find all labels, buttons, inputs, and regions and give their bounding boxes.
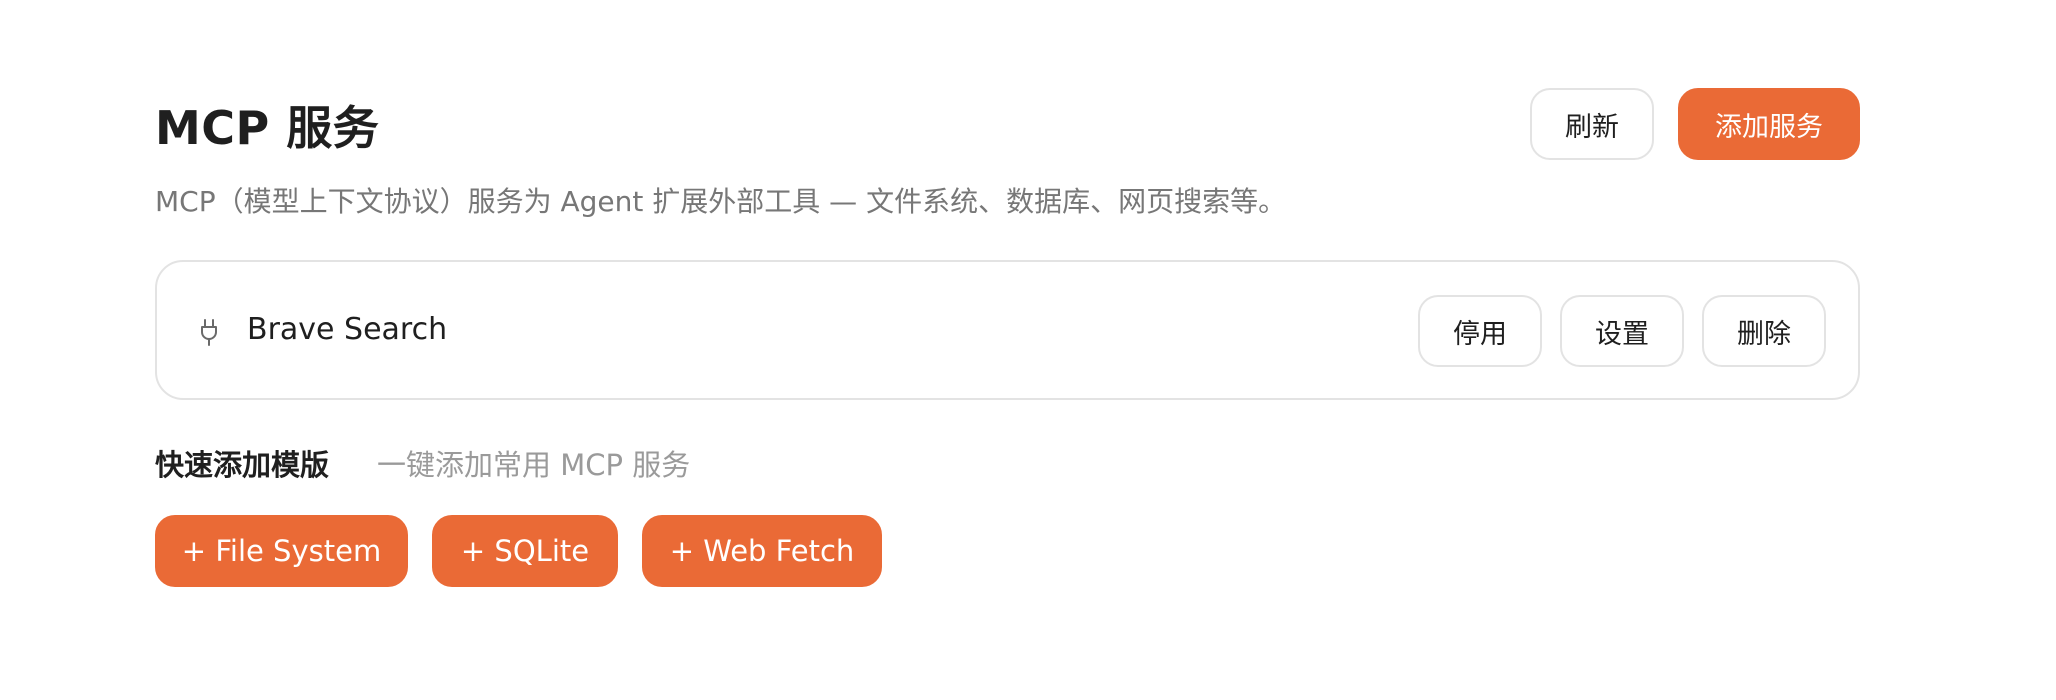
add-service-button[interactable]: 添加服务 [1678,88,1860,160]
templates-header: 快速添加模版 一键添加常用 MCP 服务 [155,442,690,484]
service-name: Brave Search [247,312,448,347]
template-file-system-button[interactable]: + File System [155,515,408,587]
page-header: MCP 服务 MCP（模型上下文协议）服务为 Agent 扩展外部工具 — 文件… [155,88,1860,218]
template-web-fetch-button[interactable]: + Web Fetch [642,515,882,587]
templates-title: 快速添加模版 [155,448,330,482]
refresh-button[interactable]: 刷新 [1530,88,1654,160]
header-actions: 刷新 添加服务 [1530,88,1860,160]
page-description: MCP（模型上下文协议）服务为 Agent 扩展外部工具 — 文件系统、数据库、… [155,185,1287,218]
template-sqlite-button[interactable]: + SQLite [432,515,618,587]
service-actions: 停用 设置 删除 [1418,295,1826,367]
delete-button[interactable]: 删除 [1702,295,1826,367]
mcp-services-page: MCP 服务 MCP（模型上下文协议）服务为 Agent 扩展外部工具 — 文件… [0,0,2056,700]
templates-subtitle: 一键添加常用 MCP 服务 [377,448,691,482]
plug-icon [201,319,217,346]
disable-button[interactable]: 停用 [1418,295,1542,367]
page-title: MCP 服务 [155,101,380,155]
settings-button[interactable]: 设置 [1560,295,1684,367]
template-buttons: + File System + SQLite + Web Fetch [155,515,882,587]
service-card: Brave Search 停用 设置 删除 [155,260,1860,400]
